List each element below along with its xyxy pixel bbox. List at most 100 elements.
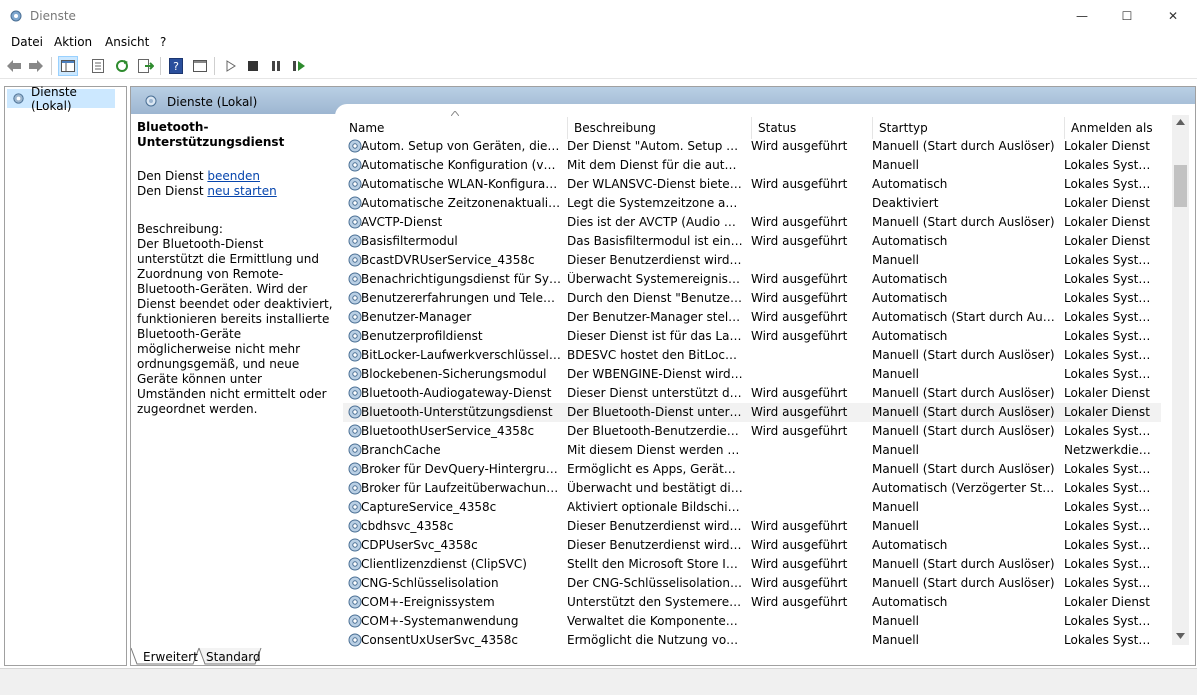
table-row[interactable]: CDPUserSvc_4358c Dieser Benutzerdienst wi… (343, 536, 1161, 555)
service-status: Wird ausgeführt (751, 272, 848, 286)
table-row[interactable]: Benutzer-Manager Der Benutzer-Manager ste… (343, 308, 1161, 327)
table-row[interactable]: Benutzererfahrungen und Telemetri... Durc… (343, 289, 1161, 308)
service-logon: Lokales System (1064, 291, 1154, 305)
status-bar (0, 668, 1197, 695)
scrollbar-thumb[interactable] (1174, 165, 1187, 207)
service-name: Automatische WLAN-Konfiguration (361, 177, 561, 191)
pause-icon[interactable] (266, 56, 286, 76)
service-name: BluetoothUserService_4358c (361, 424, 535, 438)
service-name: AVCTP-Dienst (361, 215, 443, 229)
restart-prefix: Den Dienst (137, 184, 208, 198)
table-row[interactable]: Bluetooth-Audiogateway-Dienst Dieser Dien… (343, 384, 1161, 403)
toolbar-separator (214, 57, 215, 75)
column-header-description[interactable]: Beschreibung (567, 117, 751, 139)
table-row[interactable]: Bluetooth-Unterstützungsdienst Der Blueto… (343, 403, 1161, 422)
service-name: cbdhsvc_4358c (361, 519, 454, 533)
column-header-logon[interactable]: Anmelden als (1064, 117, 1161, 139)
table-row[interactable]: AVCTP-Dienst Dies ist der AVCTP (Audio Vi… (343, 213, 1161, 232)
service-description: Ermöglicht es Apps, Geräte mit... (567, 462, 743, 476)
table-row[interactable]: Automatische Konfiguration (verka... Mit … (343, 156, 1161, 175)
stop-service-link[interactable]: beenden (207, 169, 260, 183)
menu-ansicht[interactable]: Ansicht (105, 35, 149, 49)
column-header-status[interactable]: Status (751, 117, 872, 139)
menu-datei[interactable]: Datei (11, 35, 43, 49)
service-description: Überwacht Systemereignisse u... (567, 272, 743, 286)
menu-aktion[interactable]: Aktion (54, 35, 92, 49)
service-name: BranchCache (361, 443, 441, 457)
table-row[interactable]: BcastDVRUserService_4358c Dieser Benutzer… (343, 251, 1161, 270)
export-icon[interactable] (136, 56, 156, 76)
minimize-button[interactable]: — (1059, 0, 1105, 32)
table-row[interactable]: Autom. Setup von Geräten, die mit ... Der… (343, 137, 1161, 156)
service-logon: Lokaler Dienst (1064, 196, 1150, 210)
properties-icon[interactable] (88, 56, 108, 76)
stop-icon[interactable] (243, 56, 263, 76)
close-button[interactable]: ✕ (1150, 0, 1196, 32)
gear-service-icon (13, 93, 24, 104)
table-row[interactable]: CNG-Schlüsselisolation Der CNG-Schlüsseli… (343, 574, 1161, 593)
service-logon: Lokales System (1064, 158, 1154, 172)
scroll-up-icon[interactable] (1176, 119, 1185, 125)
restart-service-link[interactable]: neu starten (207, 184, 276, 198)
service-logon: Lokales System (1064, 500, 1154, 514)
tab-standard[interactable]: Standard (200, 649, 267, 665)
tab-erweitert[interactable]: Erweitert (137, 649, 204, 665)
service-logon: Lokales System (1064, 177, 1154, 191)
console-tree-icon[interactable] (58, 56, 78, 76)
service-status: Wird ausgeführt (751, 215, 848, 229)
service-logon: Lokales System (1064, 348, 1154, 362)
console-tree: Dienste (Lokal) (4, 85, 127, 666)
service-starttype: Manuell (872, 519, 919, 533)
service-logon: Lokales System (1064, 557, 1154, 571)
service-starttype: Manuell (872, 614, 919, 628)
service-logon: Netzwerkdienst (1064, 443, 1154, 457)
back-arrow-icon[interactable] (4, 56, 24, 76)
help-icon[interactable]: ? (166, 56, 186, 76)
table-row[interactable]: BitLocker-Laufwerkverschlüsselung... BDES… (343, 346, 1161, 365)
service-starttype: Automatisch (Verzögerter Start, ... (872, 481, 1056, 495)
table-row[interactable]: Automatische WLAN-Konfiguration Der WLANS… (343, 175, 1161, 194)
service-description: Unterstützt den Systemereignis... (567, 595, 743, 609)
table-row[interactable]: Broker für Laufzeitüberwachung der... Übe… (343, 479, 1161, 498)
table-row[interactable]: COM+-Ereignissystem Unterstützt den Syste… (343, 593, 1161, 612)
table-row[interactable]: cbdhsvc_4358c Dieser Benutzerdienst wird … (343, 517, 1161, 536)
refresh-icon[interactable] (112, 56, 132, 76)
menu-help[interactable]: ? (160, 35, 166, 49)
service-name: Bluetooth-Unterstützungsdienst (361, 405, 553, 419)
maximize-button[interactable]: ☐ (1104, 0, 1150, 32)
resume-icon[interactable] (289, 56, 309, 76)
forward-arrow-icon[interactable] (26, 56, 46, 76)
scroll-down-icon[interactable] (1176, 633, 1185, 639)
table-row[interactable]: Automatische Zeitzonenaktualisieru... Leg… (343, 194, 1161, 213)
service-description: Mit dem Dienst für die automa... (567, 158, 743, 172)
table-row[interactable]: BranchCache Mit diesem Dienst werden Net.… (343, 441, 1161, 460)
table-row[interactable]: Benutzerprofildienst Dieser Dienst ist fü… (343, 327, 1161, 346)
table-row[interactable]: Clientlizenzdienst (ClipSVC) Stellt den M… (343, 555, 1161, 574)
view-icon[interactable] (190, 56, 210, 76)
table-row[interactable]: Broker für DevQuery-Hintergrunder... Ermö… (343, 460, 1161, 479)
service-name: Autom. Setup von Geräten, die mit ... (361, 139, 561, 153)
service-description: Legt die Systemzeitzone auto... (567, 196, 743, 210)
sort-ascending-icon (451, 111, 459, 116)
service-description: Stellt den Microsoft Store Infr... (567, 557, 743, 571)
table-row[interactable]: BluetoothUserService_4358c Der Bluetooth-… (343, 422, 1161, 441)
table-row[interactable]: Blockebenen-Sicherungsmodul Der WBENGINE-… (343, 365, 1161, 384)
service-logon: Lokaler Dienst (1064, 215, 1150, 229)
table-row[interactable]: Basisfiltermodul Das Basisfiltermodul ist… (343, 232, 1161, 251)
service-starttype: Manuell (Start durch Auslöser) (872, 386, 1055, 400)
table-row[interactable]: CaptureService_4358c Aktiviert optionale … (343, 498, 1161, 517)
table-row[interactable]: Benachrichtigungsdienst für System... Übe… (343, 270, 1161, 289)
tree-item-dienste-lokal[interactable]: Dienste (Lokal) (7, 85, 115, 113)
column-header-starttype[interactable]: Starttyp (872, 117, 1064, 139)
service-starttype: Manuell (872, 367, 919, 381)
play-icon[interactable] (221, 56, 241, 76)
service-name: Bluetooth-Audiogateway-Dienst (361, 386, 552, 400)
column-header-name[interactable]: Name (343, 117, 567, 139)
table-row[interactable]: COM+-Systemanwendung Verwaltet die Kompon… (343, 612, 1161, 631)
service-starttype: Automatisch (872, 595, 948, 609)
service-starttype: Automatisch (872, 177, 948, 191)
service-description: Aktiviert optionale Bildschirm-... (567, 500, 743, 514)
service-description: Ermöglicht die Nutzung von C... (567, 633, 743, 647)
service-starttype: Manuell (872, 633, 919, 647)
vertical-scrollbar[interactable] (1172, 115, 1189, 645)
